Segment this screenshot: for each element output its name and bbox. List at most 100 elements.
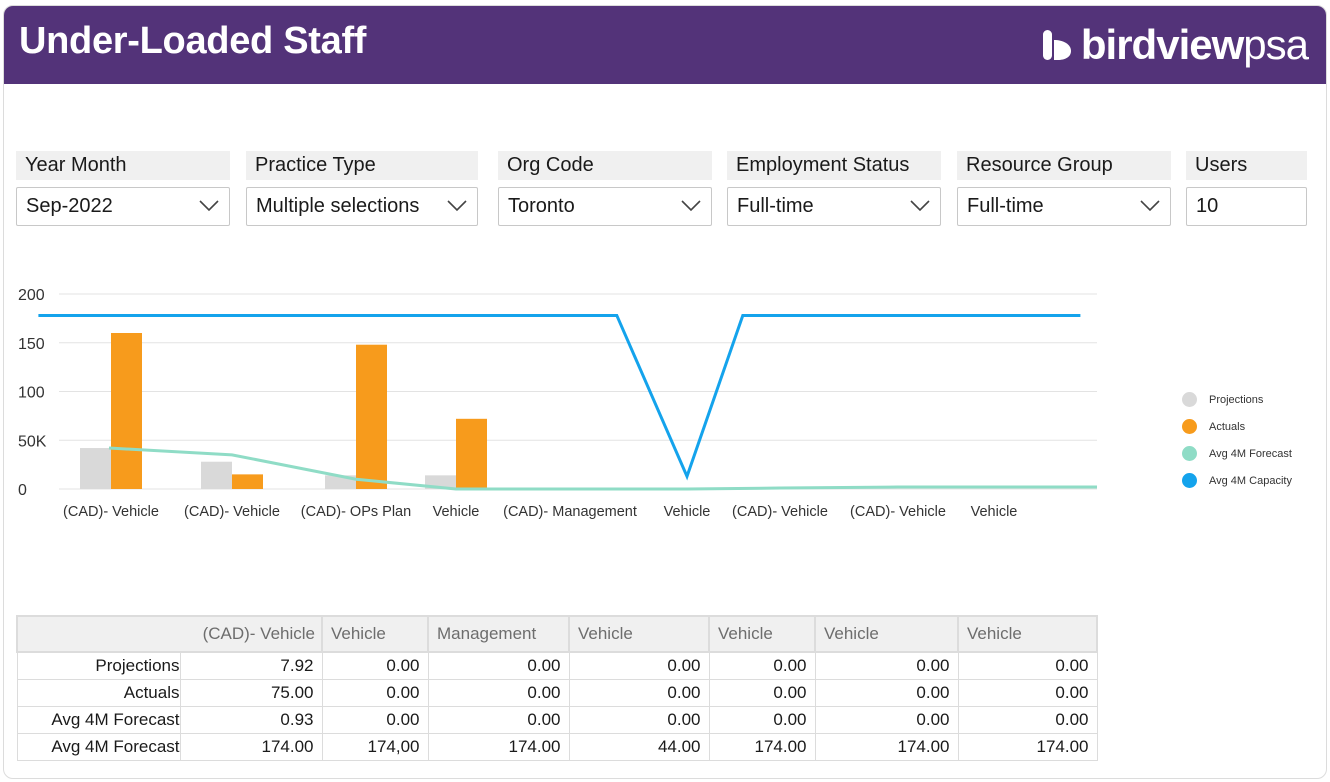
row-label-cell: Projections 7.92 (16, 651, 323, 680)
filter-label: Year Month (16, 151, 230, 180)
legend-swatch (1182, 473, 1197, 488)
filter-resource-group: Resource Group Full-time (957, 151, 1171, 226)
table-cell: 174,00 (321, 733, 429, 761)
table-cell: 0.00 (427, 651, 570, 680)
legend-label: Avg 4M Capacity (1209, 475, 1292, 487)
table-cell: 44.00 (568, 733, 710, 761)
table-cell: 0.00 (568, 651, 710, 680)
page-title: Under-Loaded Staff (19, 20, 367, 62)
filter-employment-status: Employment Status Full-time (727, 151, 941, 226)
table-row: Projections 7.92 0.00 0.00 0.00 0.00 0.00 0.00 (16, 651, 1098, 680)
chevron-down-icon (447, 200, 467, 212)
table-cell: 0.00 (708, 706, 816, 734)
x-tick-label: Vehicle (664, 504, 711, 520)
filter-org-code: Org Code Toronto (498, 151, 712, 226)
table-cell: 0.00 (814, 706, 959, 734)
filter-practice-type: Practice Type Multiple selections (246, 151, 478, 226)
logo-wordmark-light: psa (1243, 21, 1309, 68)
bar-actuals (356, 344, 387, 489)
table-cell: 0.00 (568, 679, 710, 707)
table-cell: 0.00 (957, 651, 1098, 680)
birdview-logo: birdviewpsa (1041, 16, 1309, 74)
table-row: Avg 4M Forecast 0.93 0.00 0.00 0.00 0.00 0.00 0… (16, 706, 1098, 734)
row-label-cell: Avg 4M Forecast 174.00 (16, 733, 323, 761)
filter-value: Toronto (508, 195, 575, 217)
filter-users: Users 10 (1186, 151, 1307, 226)
table-cell: 0.00 (814, 651, 959, 680)
table-cell: 174.00 (814, 733, 959, 761)
logo-wordmark-bold: birdview (1080, 21, 1244, 68)
filter-year-month: Year Month Sep-2022 (16, 151, 230, 226)
table-cell: 7.92 (280, 656, 314, 675)
chevron-down-icon (910, 200, 930, 212)
table-cell: 0.00 (321, 706, 429, 734)
filter-label: Org Code (498, 151, 712, 180)
users-input[interactable]: 10 (1186, 187, 1307, 226)
row-label-wrapper: Actuals 75.00 (18, 680, 322, 706)
row-label: Avg 4M Forecast (18, 707, 181, 733)
row-label-wrapper: Avg 4M Forecast 174.00 (18, 734, 322, 760)
y-tick-label: 50K (18, 433, 47, 450)
legend-swatch (1182, 419, 1197, 434)
table-cell: 174.00 (957, 733, 1098, 761)
filter-value: Full-time (737, 195, 814, 217)
table-cell: 0.00 (957, 679, 1098, 707)
filter-value: 10 (1196, 195, 1219, 217)
filter-label: Practice Type (246, 151, 478, 180)
y-tick-label: 150 (18, 336, 45, 353)
combo-chart: 0 50K 100 150 200 (CAD)- Vehicle (CAD)- Vehicl… (18, 287, 1097, 520)
table-cell: 0.00 (427, 679, 570, 707)
table-row: Avg 4M Forecast 174.00 174,00 174.00 44.00 17… (16, 733, 1098, 761)
chevron-down-icon (1140, 200, 1160, 212)
row-label: Actuals (18, 680, 181, 706)
birdview-logo-icon (1042, 30, 1071, 60)
employment-status-dropdown[interactable]: Full-time (727, 187, 941, 226)
resource-group-dropdown[interactable]: Full-time (957, 187, 1171, 226)
table-cell: 0.00 (957, 706, 1098, 734)
filter-label: Employment Status (727, 151, 941, 180)
column-header: (CAD)- Vehicle (16, 615, 323, 653)
column-header: Vehicle (814, 615, 959, 653)
y-tick-label: 100 (18, 385, 45, 402)
x-tick-label: (CAD)- Vehicle (732, 504, 828, 520)
chevron-down-icon (199, 200, 219, 212)
bar-actuals (232, 474, 263, 489)
bar-actuals (111, 333, 142, 489)
y-tick-label: 200 (18, 287, 45, 304)
x-tick-label: (CAD)- Vehicle (184, 504, 280, 520)
legend-swatch (1182, 392, 1197, 407)
row-label-wrapper: Projections 7.92 (18, 653, 322, 679)
bar-projections (201, 461, 232, 489)
row-label: Avg 4M Forecast (18, 734, 181, 760)
column-header: Vehicle (957, 615, 1098, 653)
filter-label: Resource Group (957, 151, 1171, 180)
table-cell: 0.93 (280, 710, 314, 729)
org-code-dropdown[interactable]: Toronto (498, 187, 712, 226)
table-cell: 174.00 (708, 733, 816, 761)
table-cell: 75.00 (270, 683, 314, 702)
filter-value: Sep-2022 (26, 195, 113, 217)
y-tick-label: 0 (18, 482, 27, 499)
legend-label: Avg 4M Forecast (1209, 448, 1292, 460)
practice-type-dropdown[interactable]: Multiple selections (246, 187, 478, 226)
filter-label: Users (1186, 151, 1307, 180)
legend-swatch (1182, 446, 1197, 461)
x-tick-label: (CAD)- Vehicle (850, 504, 946, 520)
table-cell: 0.00 (321, 651, 429, 680)
table-cell: 0.00 (321, 679, 429, 707)
table-cell: 0.00 (708, 679, 816, 707)
x-tick-label: (CAD)- Vehicle (63, 504, 159, 520)
table-row: Actuals 75.00 0.00 0.00 0.00 0.00 0.00 0.00 (16, 679, 1098, 707)
bar-actuals (456, 418, 487, 489)
column-header: Vehicle (708, 615, 816, 653)
x-tick-label: Vehicle (433, 504, 480, 520)
table-cell: 174.00 (261, 737, 314, 756)
bar-projections (80, 448, 111, 489)
legend-label: Projections (1209, 394, 1264, 406)
table-cell: 174.00 (427, 733, 570, 761)
dashboard-frame: Under-Loaded Staff birdviewpsa Year Mont… (3, 5, 1327, 779)
column-header: Vehicle (321, 615, 429, 653)
x-tick-label: (CAD)- Management (503, 504, 637, 520)
row-label: Projections (18, 653, 181, 679)
year-month-dropdown[interactable]: Sep-2022 (16, 187, 230, 226)
